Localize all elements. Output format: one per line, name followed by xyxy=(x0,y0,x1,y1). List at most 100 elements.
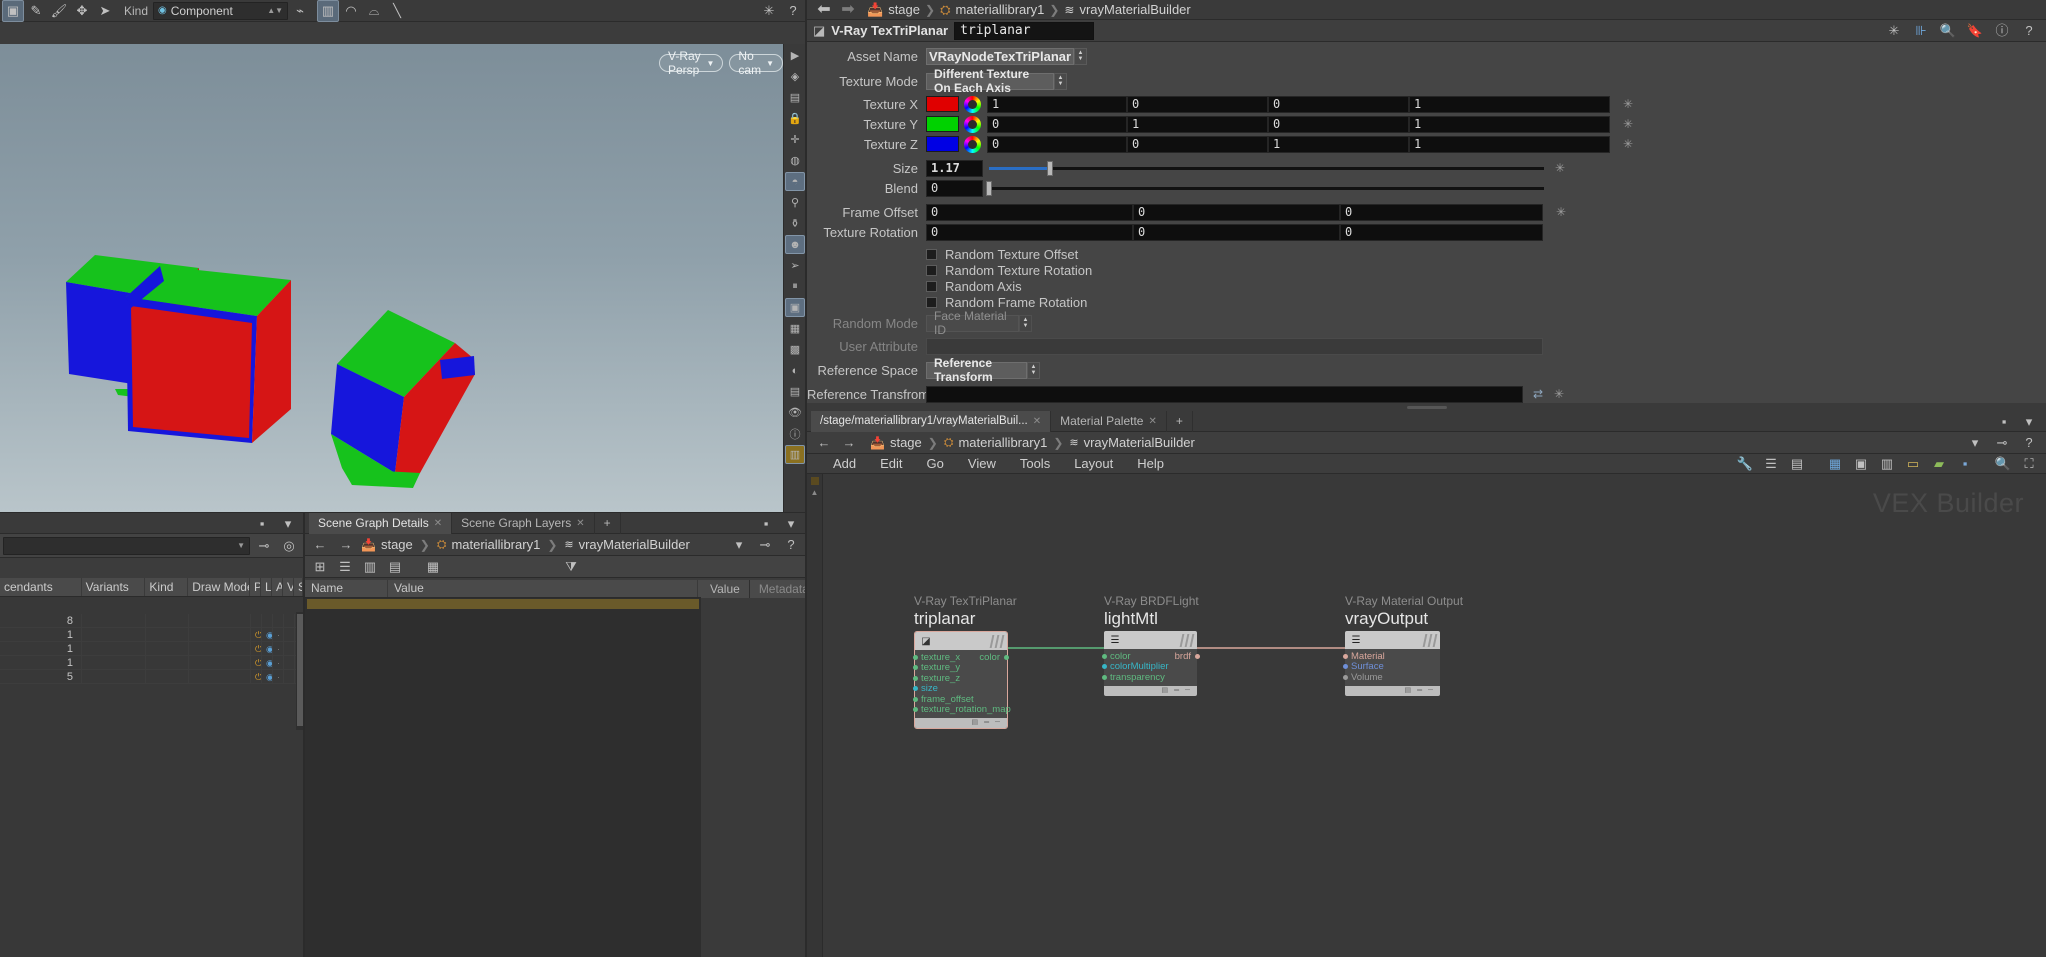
random-frame-rotation-checkbox[interactable] xyxy=(926,296,937,308)
gear-icon[interactable]: ✳ xyxy=(1554,388,1567,401)
gear-icon[interactable]: ✳ xyxy=(758,0,780,22)
tree-view-icon[interactable]: ⊞ xyxy=(309,556,331,578)
eye-icon[interactable]: 👁 xyxy=(785,403,805,422)
frame-offset-field-1[interactable]: 0 xyxy=(1133,203,1340,221)
lasso-icon[interactable]: ◠ xyxy=(340,0,362,22)
port-texture-x[interactable]: texture_x color xyxy=(913,652,1009,663)
node-flag-bypass-icon[interactable]: ▤ xyxy=(971,719,978,726)
breadcrumb-item-stage[interactable]: 📥 stage xyxy=(867,2,920,18)
table-row[interactable]: 8 xyxy=(0,614,303,628)
reference-space-dropdown[interactable]: Reference Transform xyxy=(926,356,1027,384)
texture-x-field-0[interactable]: 1 xyxy=(987,95,1127,113)
network-editor-left-strip[interactable]: ▲ xyxy=(807,474,823,957)
material-icon[interactable]: ▤ xyxy=(785,88,805,107)
node-flag-bypass-icon[interactable]: ▤ xyxy=(1161,687,1168,694)
port-texture-y[interactable]: texture_y xyxy=(913,662,1007,673)
pick-tool-icon[interactable]: ➤ xyxy=(94,0,116,22)
filter-icon[interactable]: ⧩ xyxy=(560,556,582,578)
color-wheel-icon[interactable] xyxy=(964,95,981,113)
flag-p-icon[interactable]: ⏻ xyxy=(255,658,261,668)
camera-icon[interactable]: ▣ xyxy=(785,298,805,317)
port-texture-z[interactable]: texture_z xyxy=(913,673,1007,684)
forward-arrow-icon[interactable]: → xyxy=(335,534,357,556)
stamp-icon[interactable]: ▪ xyxy=(1954,453,1976,475)
node-flag-template-icon[interactable]: ═ xyxy=(1174,687,1179,694)
node-footer[interactable]: ▤ ═ ─ xyxy=(1345,685,1440,696)
texture-y-field-0[interactable]: 0 xyxy=(987,115,1127,133)
menu-tools[interactable]: Tools xyxy=(1008,454,1062,474)
flag-l-icon[interactable]: ◉ xyxy=(266,672,272,682)
texture-x-field-2[interactable]: 0 xyxy=(1268,95,1409,113)
fullscreen-icon[interactable]: ⛶ xyxy=(2018,453,2040,475)
node-name-input[interactable]: triplanar xyxy=(954,21,1095,40)
gear-icon[interactable]: ✳ xyxy=(1555,162,1568,175)
texture-y-color-swatch[interactable] xyxy=(926,116,959,132)
texture-z-field-1[interactable]: 0 xyxy=(1127,135,1268,153)
flag-p-icon[interactable]: ⏻ xyxy=(255,672,261,682)
forward-arrow-icon[interactable]: → xyxy=(838,432,860,454)
viewport-layout-icon[interactable]: ▥ xyxy=(317,0,340,22)
breadcrumb-item-vraymaterialbuilder[interactable]: ≋ vrayMaterialBuilder xyxy=(564,537,689,552)
port-color-multiplier[interactable]: colorMultiplier xyxy=(1102,661,1197,672)
help-icon[interactable]: ? xyxy=(2018,20,2040,42)
port-material[interactable]: Material xyxy=(1343,651,1440,662)
chevron-down-icon[interactable]: ▾ xyxy=(728,534,750,556)
panel-menu-icon[interactable]: ▾ xyxy=(2018,410,2040,432)
size-input[interactable]: 1.17 xyxy=(926,159,983,177)
node-flag-template-icon[interactable]: ═ xyxy=(1417,687,1422,694)
help-icon[interactable]: ? xyxy=(782,0,804,22)
search-icon[interactable]: 🔍 xyxy=(1937,20,1959,42)
texture-y-field-3[interactable]: 1 xyxy=(1409,115,1610,133)
back-arrow-icon[interactable]: ← xyxy=(813,432,835,454)
scenegraph-details-body[interactable] xyxy=(305,598,701,957)
table-row[interactable]: 1 ⏻ ◉ · xyxy=(0,656,303,670)
table-row[interactable]: 5 ⏻ ◉ · xyxy=(0,670,303,684)
paint-tool-icon[interactable]: 🖌 xyxy=(48,0,70,22)
port-size[interactable]: size xyxy=(913,683,1007,694)
layers-icon[interactable]: ▥ xyxy=(1876,453,1898,475)
random-axis-checkbox[interactable] xyxy=(926,280,937,292)
histogram-icon[interactable]: ⊪ xyxy=(1910,20,1932,42)
texture-y-field-1[interactable]: 1 xyxy=(1127,115,1268,133)
texture-z-field-2[interactable]: 1 xyxy=(1268,135,1409,153)
random-texture-offset-checkbox[interactable] xyxy=(926,248,937,260)
reference-space-stepper[interactable]: ▲ ▼ xyxy=(1027,361,1040,379)
node-footer[interactable]: ▤ ═ ─ xyxy=(915,718,1007,728)
size-slider[interactable] xyxy=(989,160,1544,176)
list-icon[interactable]: ☰ xyxy=(1760,453,1782,475)
table-row[interactable]: 1 ⏻ ◉ · xyxy=(0,628,303,642)
texture-mode-dropdown[interactable]: Different Texture On Each Axis xyxy=(926,67,1054,95)
folder-icon[interactable]: ▰ xyxy=(1928,453,1950,475)
list-view-icon[interactable]: ☰ xyxy=(334,556,356,578)
chevron-down-icon[interactable]: ▾ xyxy=(1964,432,1986,454)
gear-icon[interactable]: ✳ xyxy=(1623,118,1636,131)
gear-icon[interactable]: ✳ xyxy=(1623,138,1636,151)
add-tab-button[interactable]: + xyxy=(595,512,621,534)
pin-icon[interactable]: ⊸ xyxy=(754,534,776,556)
asset-name-stepper[interactable]: ▲ ▼ xyxy=(1074,47,1087,65)
filter-icon[interactable]: ⌁ xyxy=(289,0,311,22)
random-mode-dropdown[interactable]: Face Material ID xyxy=(926,309,1019,337)
node-flag-display-icon[interactable]: ─ xyxy=(1185,687,1190,694)
node-footer[interactable]: ▤ ═ ─ xyxy=(1104,685,1197,696)
network-editor-canvas[interactable]: VEX Builder V-Ray TexTriPlanar triplanar… xyxy=(807,474,2046,957)
circle-icon[interactable]: ◍ xyxy=(785,151,805,170)
bookmark-icon[interactable]: 🔖 xyxy=(1964,20,1986,42)
gear-icon[interactable]: ✳ xyxy=(1623,98,1636,111)
table-row[interactable]: 1 ⏻ ◉ · xyxy=(0,642,303,656)
close-icon[interactable]: ✕ xyxy=(576,518,584,529)
grid-icon[interactable]: ▦ xyxy=(785,319,805,338)
port-frame-offset[interactable]: frame_offset xyxy=(913,694,1007,705)
breadcrumb-item-materiallibrary1[interactable]: ⛭ materiallibrary1 xyxy=(944,435,1047,450)
viewport-3d[interactable]: V-Ray Persp ▼ No cam ▼ xyxy=(0,44,783,512)
panel-icon[interactable]: ▤ xyxy=(1786,453,1808,475)
info-icon[interactable]: ⓘ xyxy=(1991,20,2013,42)
node-triplanar[interactable]: V-Ray TexTriPlanar triplanar ◪ texture_x… xyxy=(913,594,1017,729)
texture-z-field-0[interactable]: 0 xyxy=(987,135,1127,153)
measure-icon[interactable]: ╲ xyxy=(386,0,408,22)
flag-l-icon[interactable]: ◉ xyxy=(266,630,272,640)
reference-transform-input[interactable] xyxy=(926,385,1523,403)
snap-icon[interactable]: ✛ xyxy=(785,130,805,149)
layout-icon[interactable]: ▥ xyxy=(785,445,805,464)
selected-row-highlight[interactable] xyxy=(307,599,699,609)
